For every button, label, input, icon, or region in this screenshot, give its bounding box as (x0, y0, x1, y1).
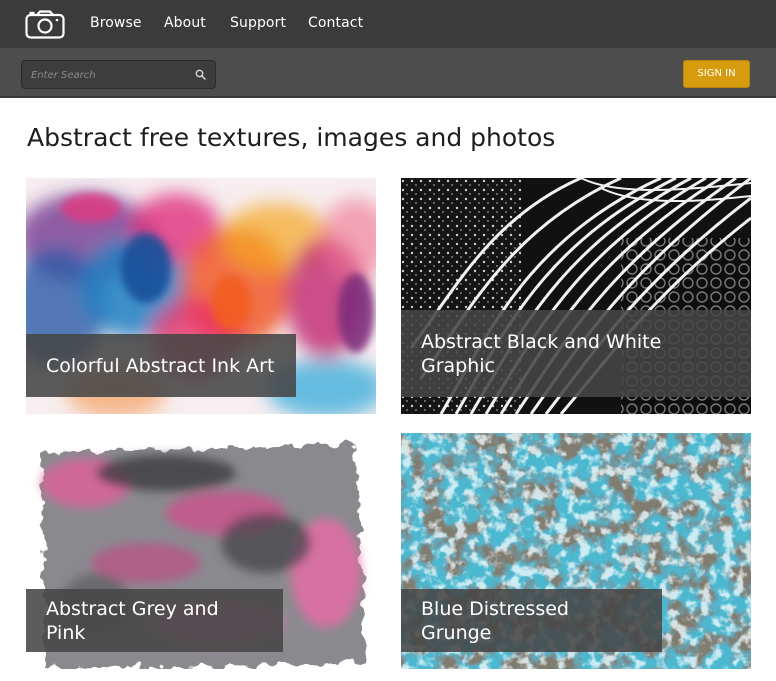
texture-card-colorful-ink[interactable]: Colorful Abstract Ink Art (26, 178, 376, 414)
nav-link-about[interactable]: About (164, 15, 206, 31)
texture-card-blue-grunge[interactable]: Blue Distressed Grunge (401, 433, 751, 669)
search-bar: SIGN IN (0, 48, 776, 98)
card-caption: Abstract Grey and Pink (26, 589, 283, 652)
sign-in-button[interactable]: SIGN IN (683, 60, 750, 88)
search-input[interactable] (31, 67, 191, 83)
texture-card-grey-pink[interactable]: Abstract Grey and Pink (26, 433, 376, 669)
search-icon[interactable] (195, 69, 206, 80)
camera-icon[interactable] (25, 10, 65, 39)
page-title: Abstract free textures, images and photo… (27, 123, 556, 152)
card-caption: Colorful Abstract Ink Art (26, 334, 296, 397)
card-caption: Abstract Black and White Graphic (401, 310, 751, 397)
nav-link-contact[interactable]: Contact (308, 15, 363, 31)
nav-link-support[interactable]: Support (230, 15, 286, 31)
card-caption: Blue Distressed Grunge (401, 589, 662, 652)
top-navigation: Browse About Support Contact (0, 0, 776, 48)
search-box[interactable] (21, 60, 216, 89)
texture-card-black-white[interactable]: Abstract Black and White Graphic (401, 178, 751, 414)
nav-link-browse[interactable]: Browse (90, 15, 142, 31)
